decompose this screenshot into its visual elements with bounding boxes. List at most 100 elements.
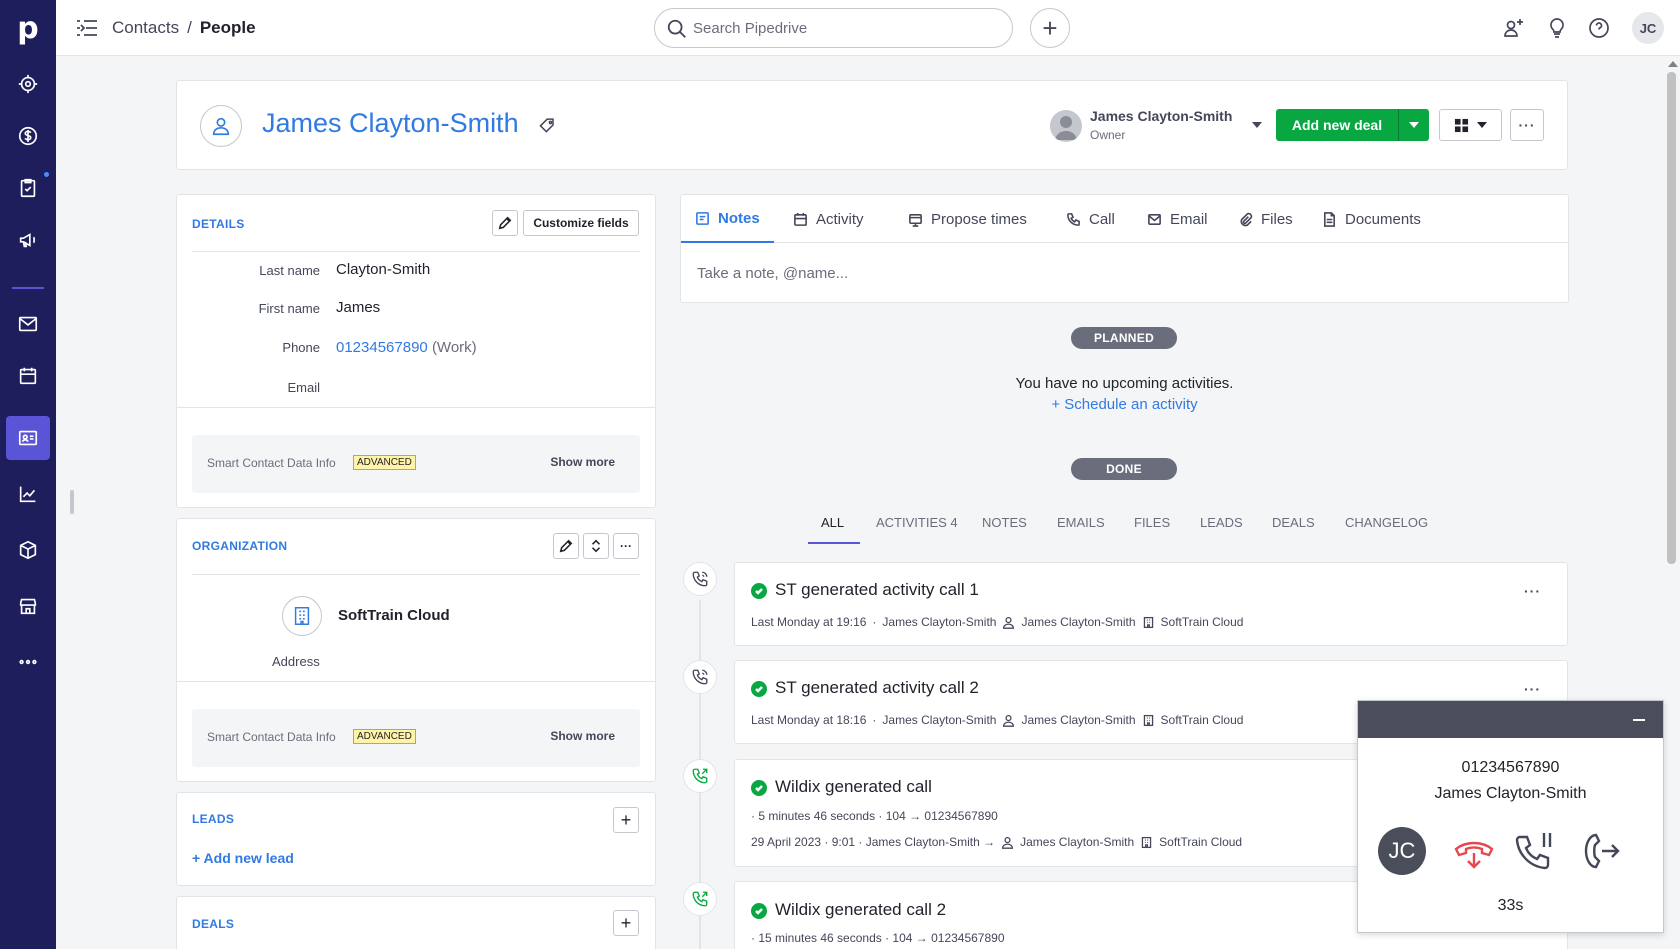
field-value-phone[interactable]: 01234567890 (Work) — [336, 339, 477, 356]
breadcrumb-contacts[interactable]: Contacts — [112, 18, 179, 38]
lightbulb-icon[interactable] — [1543, 14, 1571, 42]
scrollbar-thumb[interactable] — [1667, 72, 1676, 564]
invite-users-icon[interactable] — [1500, 14, 1528, 42]
activity-owner[interactable]: James Clayton-Smith — [882, 615, 996, 629]
customize-fields-button[interactable]: Customize fields — [523, 210, 639, 236]
leads-title[interactable]: LEADS — [192, 812, 234, 826]
completed-check-icon[interactable] — [751, 681, 767, 697]
deals-card — [176, 896, 656, 949]
label-tag-icon[interactable] — [538, 115, 558, 135]
marketplace-nav-icon[interactable] — [6, 584, 50, 628]
leads-nav-icon[interactable] — [6, 62, 50, 106]
edit-organization-button[interactable] — [553, 533, 579, 559]
owner-dropdown-icon[interactable] — [1252, 122, 1262, 128]
more-nav-icon[interactable] — [6, 640, 50, 684]
tab-propose-times[interactable]: Propose times — [894, 195, 1041, 243]
call-person[interactable]: James Clayton-Smith — [1020, 835, 1134, 849]
filter-deals[interactable]: DEALS — [1272, 515, 1315, 530]
deals-nav-icon[interactable] — [6, 114, 50, 158]
completed-check-icon[interactable] — [751, 583, 767, 599]
tab-files[interactable]: Files — [1224, 195, 1307, 243]
paperclip-icon — [1240, 212, 1253, 226]
field-value-last-name[interactable]: Clayton-Smith — [336, 261, 430, 278]
organization-name[interactable]: SoftTrain Cloud — [338, 607, 450, 624]
view-switcher-button[interactable] — [1439, 109, 1502, 141]
search-input[interactable]: Search Pipedrive — [654, 8, 1013, 48]
minimize-icon[interactable] — [1633, 719, 1645, 721]
tab-activity[interactable]: Activity — [779, 195, 878, 243]
activity-card[interactable]: ST generated activity call 1 Last Monday… — [734, 562, 1568, 646]
building-icon — [1143, 714, 1153, 726]
person-icon — [1003, 714, 1015, 727]
transfer-button[interactable] — [1576, 827, 1624, 875]
activity-owner[interactable]: James Clayton-Smith — [882, 713, 996, 727]
expand-organization-button[interactable] — [583, 533, 609, 559]
owner-name[interactable]: James Clayton-Smith — [1090, 108, 1232, 124]
show-more-link[interactable]: Show more — [550, 455, 615, 469]
activity-person[interactable]: James Clayton-Smith — [1021, 713, 1135, 727]
schedule-activity-link[interactable]: + Schedule an activity — [680, 396, 1569, 413]
more-actions-button[interactable]: ··· — [1510, 109, 1544, 141]
call-widget: 01234567890 James Clayton-Smith JC 33s — [1357, 700, 1664, 933]
filter-changelog[interactable]: CHANGELOG — [1345, 515, 1428, 530]
tab-notes[interactable]: Notes — [681, 195, 774, 243]
add-new-deal-button[interactable]: Add new deal — [1276, 109, 1429, 141]
tab-email[interactable]: Email — [1133, 195, 1222, 243]
person-name[interactable]: James Clayton-Smith — [262, 108, 519, 139]
organization-more-button[interactable]: ··· — [613, 533, 639, 559]
hangup-button[interactable] — [1450, 827, 1498, 875]
activity-title[interactable]: ST generated activity call 2 — [775, 678, 979, 698]
building-icon — [282, 596, 322, 636]
campaigns-nav-icon[interactable] — [6, 218, 50, 262]
show-more-link[interactable]: Show more — [550, 729, 615, 743]
contacts-nav-icon[interactable] — [6, 416, 50, 460]
activity-org[interactable]: SoftTrain Cloud — [1161, 713, 1244, 727]
filter-notes[interactable]: NOTES — [982, 515, 1027, 530]
tab-email-label: Email — [1170, 210, 1208, 228]
filter-emails[interactable]: EMAILS — [1057, 515, 1105, 530]
organization-title[interactable]: ORGANIZATION — [192, 539, 287, 553]
call-title[interactable]: Wildix generated call 2 — [775, 900, 946, 920]
tab-documents[interactable]: Documents — [1308, 195, 1435, 243]
phone-link[interactable]: 01234567890 — [336, 339, 428, 356]
quick-add-button[interactable]: + — [1030, 8, 1070, 48]
products-nav-icon[interactable] — [6, 528, 50, 572]
pencil-icon — [559, 539, 573, 553]
scroll-up-arrow-icon[interactable] — [1668, 61, 1678, 67]
deals-title[interactable]: DEALS — [192, 917, 234, 931]
edit-details-button[interactable] — [492, 210, 518, 236]
activity-org[interactable]: SoftTrain Cloud — [1161, 615, 1244, 629]
tab-call[interactable]: Call — [1052, 195, 1129, 243]
building-icon — [1141, 836, 1152, 848]
add-new-lead-link[interactable]: + Add new lead — [192, 850, 294, 866]
activity-more-button[interactable]: ··· — [1524, 583, 1541, 599]
user-avatar[interactable]: JC — [1632, 12, 1664, 44]
filter-activities[interactable]: ACTIVITIES 4 — [876, 515, 958, 530]
completed-check-icon[interactable] — [751, 903, 767, 919]
activity-person[interactable]: James Clayton-Smith — [1021, 615, 1135, 629]
call-org[interactable]: SoftTrain Cloud — [1159, 835, 1242, 849]
hold-button[interactable] — [1510, 827, 1558, 875]
active-filter-underline — [808, 542, 860, 544]
activity-more-button[interactable]: ··· — [1524, 681, 1541, 697]
filter-files[interactable]: FILES — [1134, 515, 1170, 530]
help-icon[interactable] — [1585, 14, 1613, 42]
filter-all[interactable]: ALL — [821, 515, 844, 530]
add-deal-plus-button[interactable]: + — [613, 910, 639, 936]
filter-leads[interactable]: LEADS — [1200, 515, 1243, 530]
completed-check-icon[interactable] — [751, 780, 767, 796]
sidebar-resize-handle[interactable] — [70, 490, 74, 514]
divider — [177, 681, 655, 682]
pipedrive-logo[interactable]: p — [0, 0, 56, 56]
call-title[interactable]: Wildix generated call — [775, 777, 932, 797]
insights-nav-icon[interactable] — [6, 472, 50, 516]
details-title[interactable]: DETAILS — [192, 217, 245, 231]
activity-title[interactable]: ST generated activity call 1 — [775, 580, 979, 600]
field-value-first-name[interactable]: James — [336, 299, 380, 316]
sidebar-toggle-icon[interactable] — [76, 18, 98, 38]
add-deal-dropdown-icon[interactable] — [1398, 109, 1429, 141]
mail-nav-icon[interactable] — [6, 302, 50, 346]
note-input[interactable]: Take a note, @name... — [697, 265, 848, 282]
calendar-nav-icon[interactable] — [6, 354, 50, 398]
add-lead-plus-button[interactable]: + — [613, 807, 639, 833]
